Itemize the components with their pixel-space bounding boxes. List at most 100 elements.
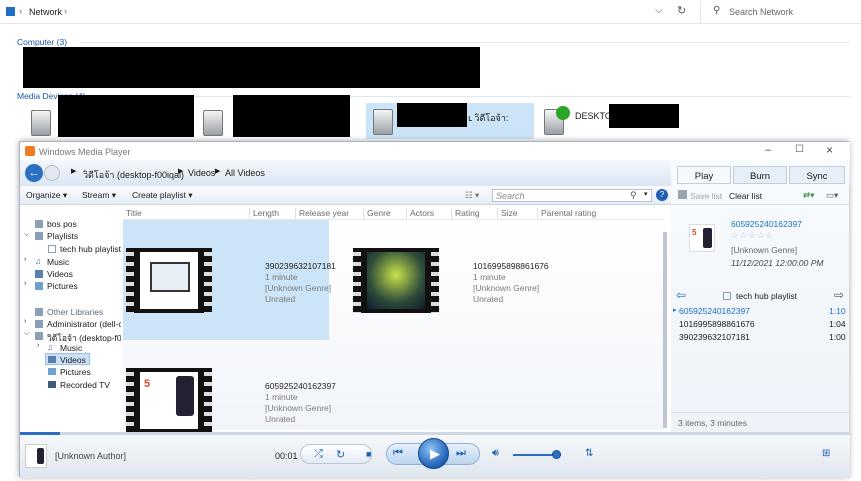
tab-play[interactable]: Play xyxy=(677,166,731,184)
switch-view-icon[interactable]: ⇅ xyxy=(585,448,593,459)
column-length[interactable]: Length xyxy=(249,208,279,219)
wmp-window: Windows Media Player – ☐ × ← ▶ วิดีโอจ้า… xyxy=(19,141,850,478)
playlists-icon xyxy=(35,232,43,240)
create-playlist-menu[interactable]: Create playlist ▾ xyxy=(132,190,193,201)
nav-admin[interactable]: Administrator (dell-c xyxy=(47,319,121,329)
shuffle-icon[interactable]: ⤮ xyxy=(314,448,323,461)
minimize-icon[interactable]: – xyxy=(765,144,771,156)
video-info[interactable]: 390239632107181 1 minute [Unknown Genre]… xyxy=(265,261,336,305)
nav-pictures[interactable]: Pictures xyxy=(47,281,78,291)
media-device-icon xyxy=(373,109,393,135)
nav-playlist-item[interactable]: tech hub playlist xyxy=(60,244,121,254)
nav-videos[interactable]: Videos xyxy=(47,269,73,279)
organize-menu[interactable]: Organize ▾ xyxy=(26,190,67,201)
column-parental-rating[interactable]: Parental rating xyxy=(537,208,596,219)
previous-icon[interactable]: ⏮ xyxy=(393,447,403,460)
breadcrumb-all-videos[interactable]: All Videos xyxy=(225,168,265,178)
video-info[interactable]: 1016995898861676 1 minute [Unknown Genre… xyxy=(473,261,549,305)
library-search-placeholder: Search xyxy=(496,191,525,201)
video-title: 605925240162397 xyxy=(265,381,336,391)
back-button[interactable]: ← xyxy=(25,164,43,182)
search-input[interactable]: ⚲ Search Network xyxy=(700,1,861,23)
video-thumbnail[interactable] xyxy=(353,248,439,313)
video-genre: [Unknown Genre] xyxy=(473,283,540,293)
play-button[interactable]: ▶ xyxy=(418,438,449,469)
next-list-icon[interactable]: ⇨ xyxy=(834,288,844,302)
video-info[interactable]: 605925240162397 1 minute [Unknown Genre]… xyxy=(265,381,336,425)
nav-music[interactable]: Music xyxy=(47,257,69,267)
list-options-icon[interactable]: ⇄▾ xyxy=(803,190,814,201)
now-playing-thumbnail[interactable] xyxy=(25,444,47,468)
library-icon xyxy=(35,320,43,328)
nav-device[interactable]: วิดีโอจ้า (desktop-f00i xyxy=(47,331,121,345)
breadcrumb-library[interactable]: วิดีโอจ้า (desktop-f00iqal) xyxy=(83,168,184,182)
rating-stars[interactable]: ☆☆☆☆☆ xyxy=(731,230,774,241)
breadcrumb-arrow-icon: ▶ xyxy=(178,168,184,175)
media-device-icon[interactable] xyxy=(31,110,51,136)
refresh-icon[interactable]: ↻ xyxy=(677,4,686,17)
close-icon[interactable]: × xyxy=(826,143,833,157)
chevron-right-icon[interactable]: › xyxy=(37,342,39,349)
forward-button[interactable] xyxy=(44,165,60,181)
nav-device-tv[interactable]: Recorded TV xyxy=(60,380,110,390)
column-release-year[interactable]: Release year xyxy=(295,208,349,219)
nav-device-music[interactable]: Music xyxy=(60,343,82,353)
video-thumbnail[interactable] xyxy=(126,248,212,313)
media-device-icon[interactable] xyxy=(203,110,223,136)
stop-icon[interactable]: ■ xyxy=(366,449,371,459)
previous-list-icon[interactable]: ⇦ xyxy=(676,288,686,302)
chevron-down-icon[interactable]: ⌵ xyxy=(24,231,29,239)
nav-device-videos[interactable]: Videos xyxy=(60,355,86,365)
column-genre[interactable]: Genre xyxy=(363,208,391,219)
library-search-input[interactable]: Search ⚲ ▾ xyxy=(492,189,652,202)
scrollbar[interactable] xyxy=(663,232,667,428)
chevron-down-icon[interactable]: ⌵ xyxy=(655,5,663,16)
video-grid: 390239632107181 1 minute [Unknown Genre]… xyxy=(123,220,664,433)
breadcrumb-network[interactable]: Network xyxy=(29,7,62,17)
video-thumbnail[interactable]: 5 xyxy=(126,368,212,433)
music-icon: ♫ xyxy=(35,256,42,266)
chevron-right-icon[interactable]: › xyxy=(24,256,26,263)
clear-list-button[interactable]: Clear list xyxy=(729,191,762,201)
help-icon[interactable]: ? xyxy=(656,189,668,201)
chevron-right-icon: › xyxy=(19,6,22,16)
chevron-down-icon[interactable]: ▾ xyxy=(644,190,648,198)
toolbar: Organize ▾ Stream ▾ Create playlist ▾ ☷ … xyxy=(20,186,675,205)
repeat-icon[interactable]: ↻ xyxy=(336,448,345,461)
search-icon[interactable]: ⚲ xyxy=(630,190,637,201)
author-label: [Unknown Author] xyxy=(55,451,127,461)
nav-device-pictures[interactable]: Pictures xyxy=(60,367,91,377)
view-options-icon[interactable]: ☷ ▾ xyxy=(465,190,479,201)
column-rating[interactable]: Rating xyxy=(451,208,480,219)
chevron-down-icon[interactable]: ⌵ xyxy=(24,330,29,338)
tab-sync[interactable]: Sync xyxy=(789,166,845,184)
redacted-block xyxy=(23,47,480,88)
column-title[interactable]: Title xyxy=(123,208,142,219)
now-playing-mode-icon[interactable]: ⊞ xyxy=(822,448,830,459)
view-icon[interactable]: ▭▾ xyxy=(826,190,838,201)
group-computer[interactable]: Computer (3) xyxy=(17,37,67,47)
chevron-right-icon[interactable]: › xyxy=(24,280,26,287)
volume-icon[interactable]: 🔊︎ xyxy=(492,447,499,460)
play-badge-icon xyxy=(556,106,570,120)
maximize-icon[interactable]: ☐ xyxy=(795,144,804,155)
video-title: 1016995898861676 xyxy=(473,261,549,271)
nav-playlists[interactable]: Playlists xyxy=(47,231,78,241)
title-bar[interactable]: Windows Media Player – ☐ × xyxy=(20,142,850,160)
video-rating: Unrated xyxy=(473,294,504,304)
nav-other-libraries[interactable]: Other Libraries xyxy=(47,307,103,317)
breadcrumb-videos[interactable]: Videos xyxy=(188,168,215,178)
column-actors[interactable]: Actors xyxy=(406,208,434,219)
seek-bar[interactable] xyxy=(20,432,850,435)
volume-slider-thumb[interactable] xyxy=(552,450,561,459)
now-playing-title[interactable]: 605925240162397 xyxy=(731,219,802,229)
column-size[interactable]: Size xyxy=(497,208,518,219)
media-device-label: ւ วิดีโอจ้า: xyxy=(468,113,509,123)
chevron-right-icon[interactable]: › xyxy=(24,318,26,325)
tab-burn[interactable]: Burn xyxy=(733,166,787,184)
playlist-name[interactable]: tech hub playlist xyxy=(736,291,797,301)
stream-menu[interactable]: Stream ▾ xyxy=(82,190,116,201)
save-list-button[interactable]: Save list xyxy=(690,191,722,201)
nav-user[interactable]: bos pos xyxy=(47,219,77,229)
next-icon[interactable]: ⏭ xyxy=(456,447,466,460)
